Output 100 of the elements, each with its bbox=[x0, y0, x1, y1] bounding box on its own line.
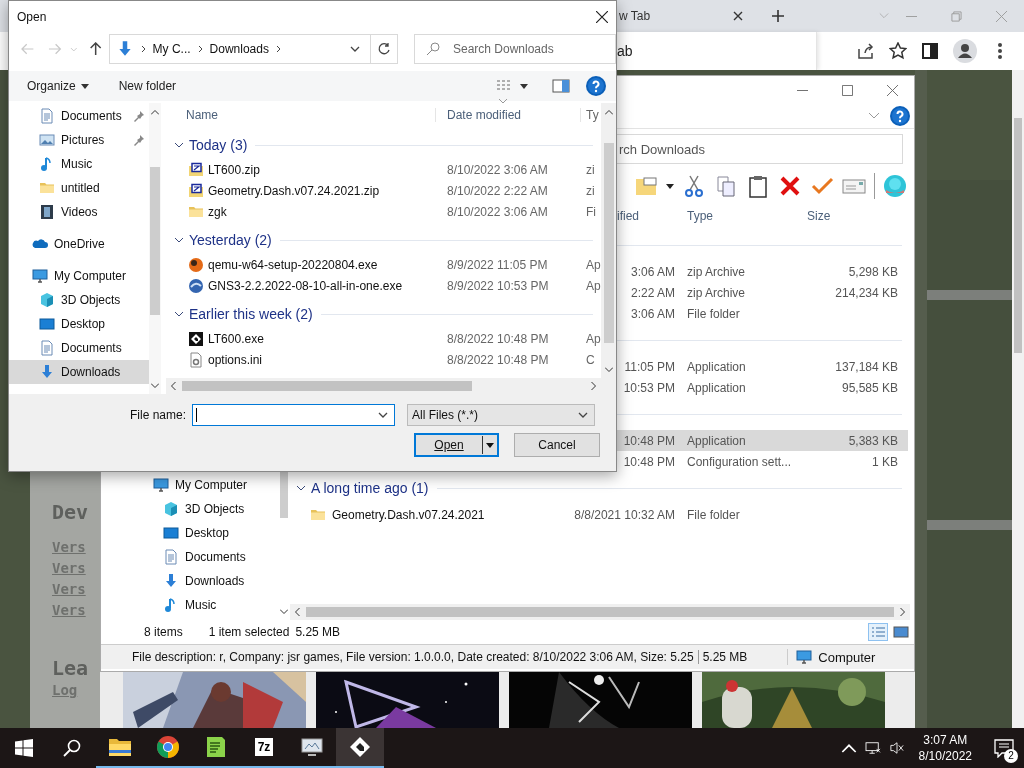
plus-icon[interactable] bbox=[771, 9, 785, 23]
file-row[interactable]: Geometry.Dash.v07.24.2021.zip 8/10/2022 2:22 AM zi bbox=[166, 180, 601, 201]
chevron-icon[interactable] bbox=[197, 45, 203, 53]
close-icon[interactable] bbox=[596, 11, 608, 23]
clock[interactable]: 3:07 AM 8/10/2022 bbox=[918, 732, 972, 764]
file-row[interactable]: Geometry.Dash.v07.24.2021 8/8/2021 10:32 AM File folder bbox=[290, 504, 910, 525]
size-text: 214,234 KB bbox=[835, 285, 898, 300]
open-button[interactable]: Open bbox=[414, 433, 499, 457]
nav-item[interactable]: OneDrive bbox=[9, 232, 149, 256]
cancel-button[interactable]: Cancel bbox=[514, 433, 600, 457]
file-name-field[interactable] bbox=[192, 404, 395, 426]
chevron-icon[interactable] bbox=[140, 45, 146, 53]
organize-button[interactable]: Organize bbox=[27, 79, 89, 93]
nav-item[interactable]: 3D Objects bbox=[9, 288, 149, 312]
large-icons-view-icon[interactable] bbox=[892, 624, 910, 640]
group-header[interactable]: Yesterday (2) bbox=[189, 232, 272, 248]
breadcrumb-item[interactable]: My C... bbox=[152, 42, 191, 56]
help-icon[interactable] bbox=[586, 76, 606, 96]
nav-item[interactable]: My Computer bbox=[9, 264, 149, 288]
muted-speaker-icon[interactable] bbox=[888, 741, 905, 755]
nav-item[interactable]: Documents bbox=[9, 104, 149, 128]
help-icon[interactable] bbox=[890, 106, 910, 126]
type-text: File folder bbox=[687, 507, 740, 522]
search-icon[interactable] bbox=[63, 739, 81, 757]
address-bar[interactable]: My C... Downloads bbox=[108, 34, 372, 64]
chevron-icon[interactable] bbox=[174, 311, 184, 317]
file-name-label: File name: bbox=[128, 408, 187, 422]
scrollbar[interactable] bbox=[1012, 70, 1024, 728]
group-header[interactable]: A long time ago (1) bbox=[311, 480, 429, 496]
file-name: GNS3-2.2.2022-08-10-all-in-one.exe bbox=[208, 278, 403, 293]
star-icon[interactable] bbox=[889, 42, 907, 60]
monitor-icon bbox=[300, 735, 324, 759]
scrollbar[interactable] bbox=[290, 604, 910, 620]
scrollbar[interactable] bbox=[149, 103, 161, 394]
notification-icon[interactable] bbox=[994, 738, 1014, 758]
search-field[interactable]: Search Downloads bbox=[414, 34, 616, 64]
nav-item[interactable]: Music bbox=[9, 152, 149, 176]
type-text: Configuration sett... bbox=[687, 454, 792, 469]
column-header[interactable]: Type bbox=[675, 209, 800, 223]
chevron-icon[interactable] bbox=[174, 142, 184, 148]
nav-item[interactable]: Desktop bbox=[9, 312, 149, 336]
file-row[interactable]: GNS3-2.2.2022-08-10-all-in-one.exe 8/9/2022 10:53 PM Ap bbox=[166, 275, 601, 296]
nav-item[interactable]: Music bbox=[130, 593, 278, 617]
column-header[interactable]: Ty bbox=[581, 108, 601, 122]
breadcrumb-item[interactable]: Downloads bbox=[209, 42, 269, 56]
file-row[interactable]: options.ini 8/8/2022 10:48 PM C bbox=[166, 349, 601, 370]
caret-icon[interactable] bbox=[520, 83, 528, 89]
desktop-icon bbox=[163, 525, 179, 541]
maximize-icon[interactable] bbox=[842, 84, 853, 96]
file-row[interactable]: qemu-w64-setup-20220804.exe 8/9/2022 11:05 PM Ap bbox=[166, 254, 601, 275]
dropdown-icon[interactable] bbox=[378, 412, 388, 418]
chevron-icon[interactable] bbox=[296, 485, 306, 491]
nav-item[interactable]: Documents bbox=[130, 545, 278, 569]
caret-icon[interactable] bbox=[666, 183, 674, 189]
share-icon[interactable] bbox=[857, 42, 875, 60]
suggestion-item[interactable]: ab bbox=[617, 43, 633, 59]
archiver-icon: 7z bbox=[254, 738, 274, 756]
paste-icon[interactable] bbox=[746, 174, 770, 198]
taskbar-app[interactable] bbox=[336, 728, 384, 768]
profile-icon[interactable] bbox=[953, 39, 977, 63]
pin-icon[interactable] bbox=[133, 134, 145, 146]
group-header[interactable]: Earlier this week (2) bbox=[189, 306, 313, 322]
pin-icon[interactable] bbox=[133, 110, 145, 122]
browser-tab[interactable]: w Tab bbox=[619, 9, 733, 23]
nav-item[interactable]: Downloads bbox=[9, 360, 149, 384]
globe-icon[interactable] bbox=[883, 174, 907, 198]
nav-item[interactable]: 3D Objects bbox=[130, 497, 278, 521]
delete-icon[interactable] bbox=[778, 174, 802, 198]
file-row[interactable]: zgk 8/10/2022 3:06 AM Fi bbox=[166, 201, 601, 222]
nav-item[interactable]: My Computer bbox=[130, 473, 278, 497]
dropdown-icon[interactable] bbox=[350, 46, 361, 52]
cut-icon[interactable] bbox=[682, 174, 706, 198]
group-header[interactable]: Today (3) bbox=[189, 137, 248, 153]
chevron-icon[interactable] bbox=[275, 45, 281, 53]
file-row[interactable]: LT600.exe 8/8/2022 10:48 PM Ap bbox=[166, 328, 601, 349]
close-icon[interactable] bbox=[733, 11, 743, 21]
column-header[interactable]: Date modified bbox=[436, 108, 581, 122]
network-icon[interactable] bbox=[864, 741, 881, 755]
scrollbar[interactable] bbox=[166, 378, 601, 394]
taskbar-app[interactable]: 7z bbox=[240, 728, 288, 768]
new-folder-button[interactable]: New folder bbox=[118, 79, 177, 93]
column-header[interactable]: Name bbox=[166, 108, 436, 122]
nav-item[interactable]: Downloads bbox=[130, 569, 278, 593]
nav-item[interactable]: Desktop bbox=[130, 521, 278, 545]
file-name: qemu-w64-setup-20220804.exe bbox=[208, 257, 378, 272]
nav-item[interactable]: untitled bbox=[9, 176, 149, 200]
preview-pane-icon[interactable] bbox=[552, 79, 570, 93]
notification-badge: 2 bbox=[1004, 749, 1018, 763]
column-header[interactable]: Size bbox=[800, 209, 908, 223]
refresh-button[interactable] bbox=[371, 34, 398, 64]
nav-item[interactable]: Pictures bbox=[9, 128, 149, 152]
side-panel-icon[interactable] bbox=[921, 42, 939, 60]
monitor-icon bbox=[32, 268, 48, 284]
up-arrow-icon[interactable] bbox=[89, 42, 103, 56]
file-type-dropdown[interactable]: All Files (*.*) bbox=[407, 404, 595, 426]
nav-item[interactable]: Documents bbox=[9, 336, 149, 360]
scrollbar[interactable] bbox=[601, 103, 616, 394]
nav-item[interactable]: Videos bbox=[9, 200, 149, 224]
start-icon[interactable] bbox=[15, 739, 33, 757]
chevron-icon[interactable] bbox=[174, 237, 184, 243]
